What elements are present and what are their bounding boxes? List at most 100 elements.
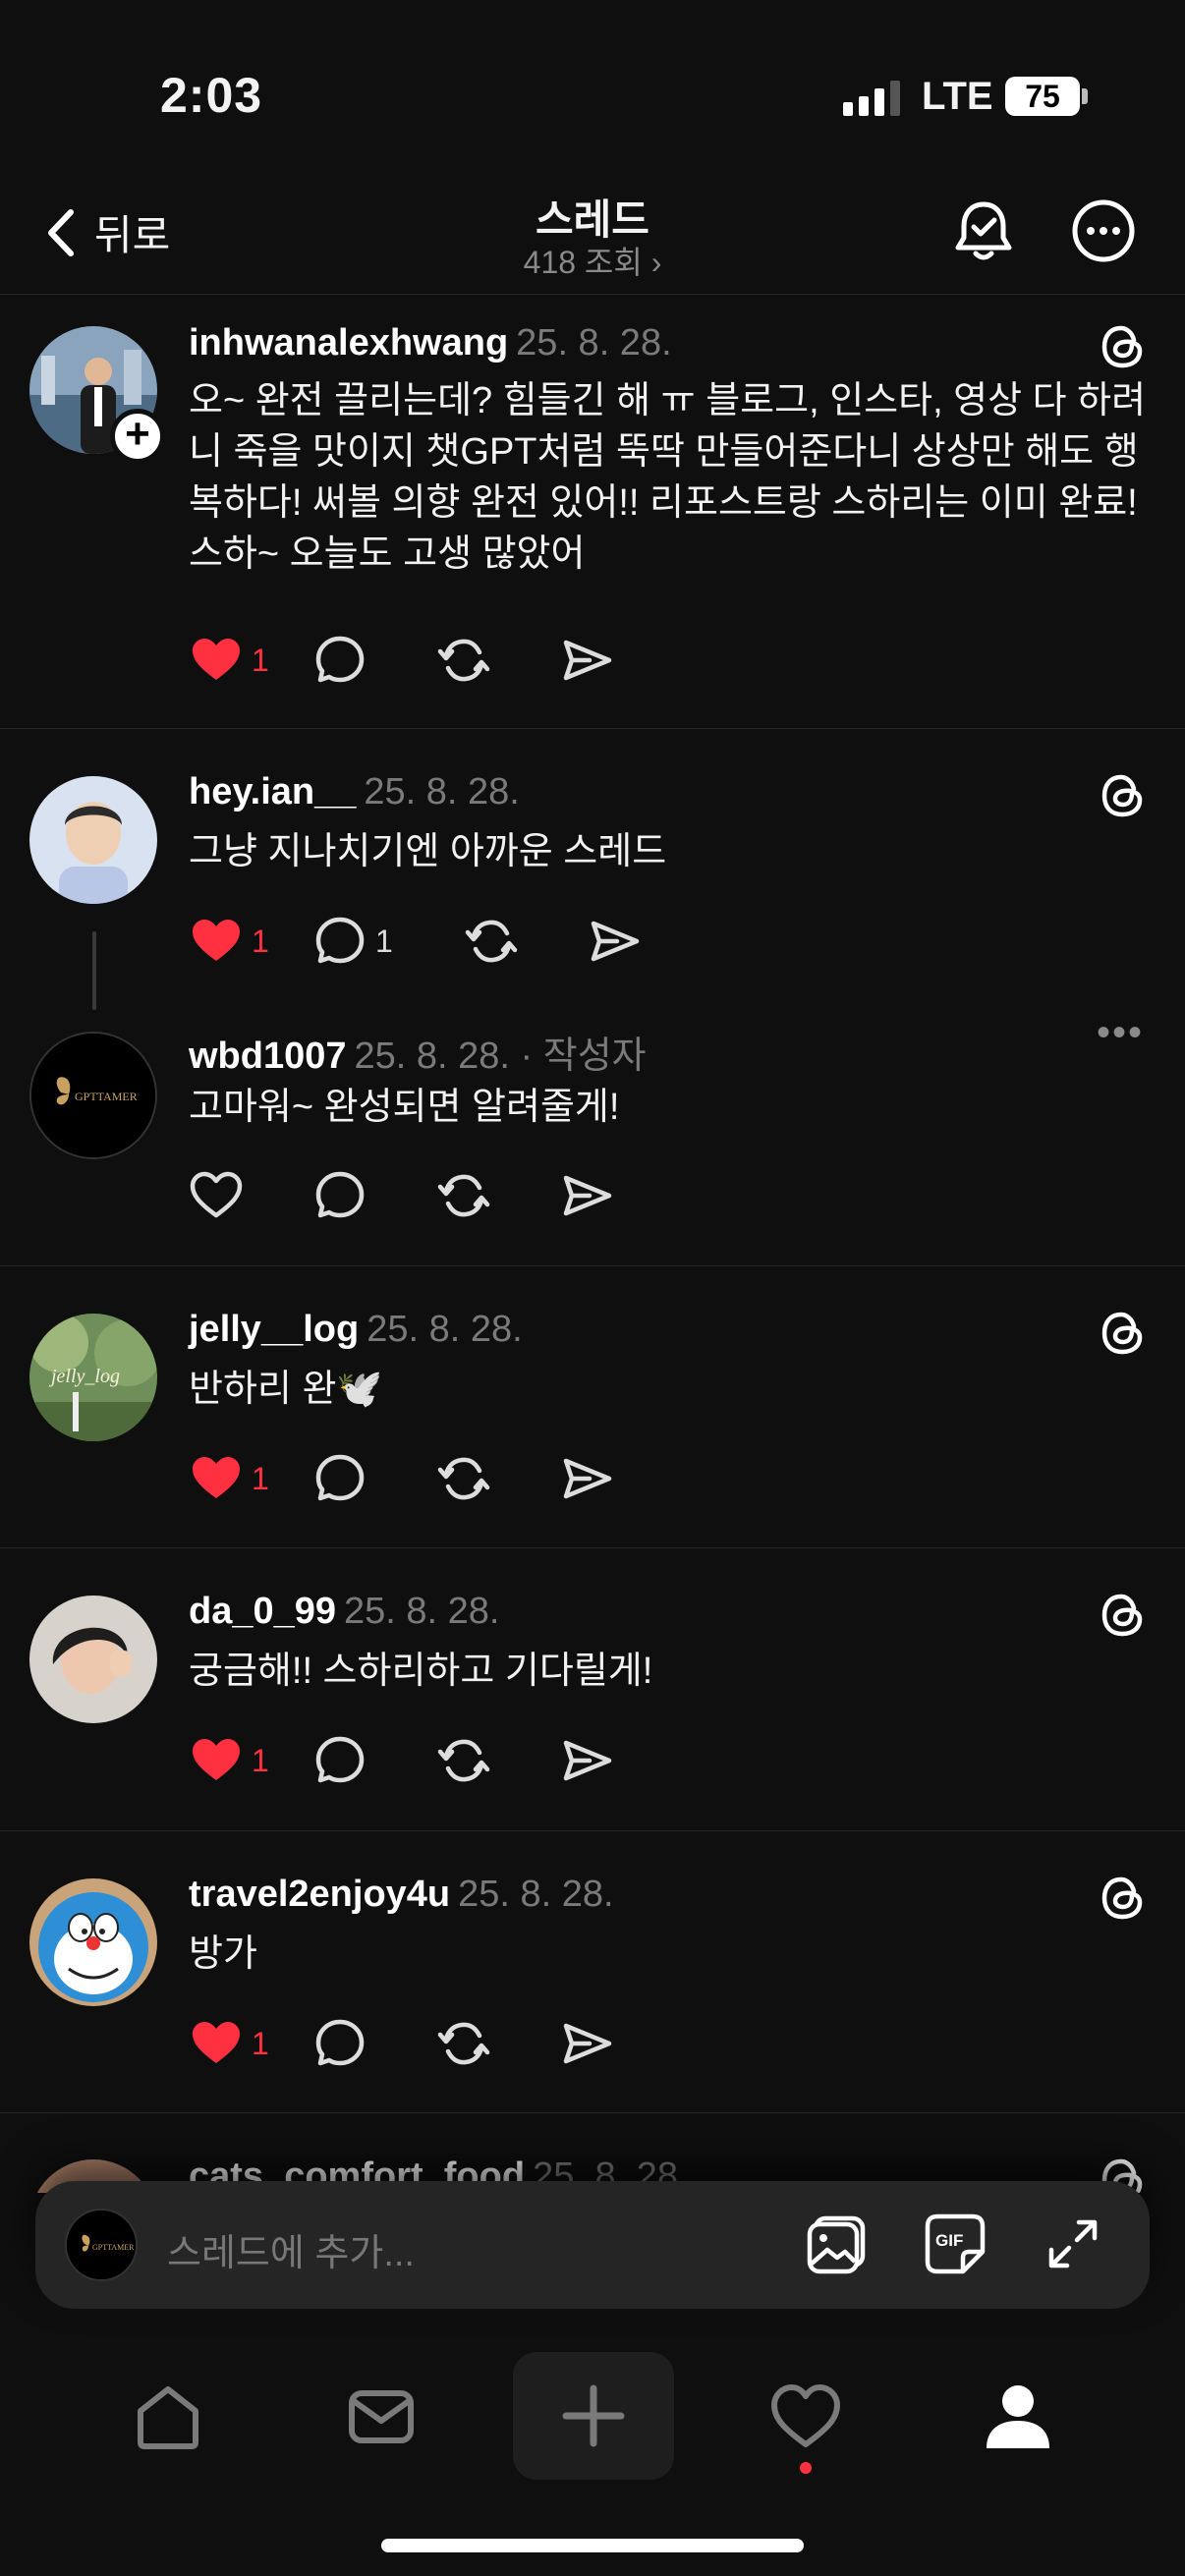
repost-button[interactable] xyxy=(436,1451,560,1506)
post-header: jelly__log 25. 8. 28. xyxy=(189,1309,523,1351)
status-time: 2:03 xyxy=(160,68,263,123)
expand-icon[interactable] xyxy=(1038,2209,1108,2279)
battery-icon: 75 xyxy=(1005,77,1080,116)
share-icon xyxy=(563,2023,612,2064)
post-header: travel2enjoy4u 25. 8. 28. xyxy=(189,1874,614,1916)
profile-icon[interactable] xyxy=(979,2378,1057,2456)
heart-icon xyxy=(193,1739,240,1780)
create-post-button[interactable] xyxy=(513,2352,674,2480)
like-button[interactable]: 1 xyxy=(189,1451,312,1506)
repost-icon xyxy=(465,920,518,963)
reply-composer[interactable]: GPTTAMER 스레드에 추가... GIF xyxy=(35,2181,1150,2309)
comment-button[interactable] xyxy=(312,1168,436,1223)
repost-button[interactable] xyxy=(436,1733,560,1788)
avatar-text: GPTTAMER xyxy=(92,2243,135,2252)
repost-button[interactable] xyxy=(436,2016,560,2071)
post-text: 그냥 지나치기엔 아까운 스레드 xyxy=(189,831,667,872)
threads-logo-icon[interactable] xyxy=(1097,1872,1150,1925)
threads-logo-icon[interactable] xyxy=(1097,1307,1150,1360)
avatar-text: GPTTAMER xyxy=(75,1090,138,1103)
follow-plus-icon[interactable]: + xyxy=(110,409,165,464)
like-button[interactable]: 1 xyxy=(189,2016,312,2071)
gif-icon[interactable]: GIF xyxy=(920,2209,990,2279)
username[interactable]: inhwanalexhwang xyxy=(189,322,508,364)
comment-button[interactable] xyxy=(312,1451,436,1506)
reply-input[interactable]: 스레드에 추가... xyxy=(167,2222,415,2276)
status-bar: 2:03 LTE 75 xyxy=(0,0,1185,187)
post-header: wbd1007 25. 8. 28. · 작성자 xyxy=(189,1025,647,1079)
like-button[interactable]: 1 xyxy=(189,633,312,688)
repost-icon xyxy=(437,1739,490,1782)
share-button[interactable] xyxy=(560,633,684,688)
network-label: LTE xyxy=(922,75,993,118)
like-count: 1 xyxy=(252,642,269,678)
username[interactable]: wbd1007 xyxy=(189,1036,347,1077)
comment-button[interactable] xyxy=(312,2016,436,2071)
avatar-text: jelly_log xyxy=(48,1366,120,1387)
action-bar xyxy=(189,1166,684,1225)
share-button[interactable] xyxy=(560,1451,684,1506)
post-text: 오~ 완전 끌리는데? 힘들긴 해 ㅠ 블로그, 인스타, 영상 다 하려니 죽… xyxy=(189,380,1147,575)
post-header: hey.ian__ 25. 8. 28. xyxy=(189,771,520,813)
comment-button[interactable]: 1 xyxy=(312,914,464,969)
header: 뒤로 스레드 418 조회 › xyxy=(0,177,1185,295)
repost-button[interactable] xyxy=(436,633,560,688)
action-bar: 1 xyxy=(189,1449,684,1508)
username[interactable]: hey.ian__ xyxy=(189,771,356,812)
threads-logo-icon[interactable] xyxy=(1097,320,1150,373)
share-button[interactable] xyxy=(588,914,711,969)
threads-logo-icon[interactable] xyxy=(1097,769,1150,822)
more-dots-icon[interactable]: ••• xyxy=(1097,1011,1144,1055)
gif-label: GIF xyxy=(935,2231,963,2250)
thread-post: jelly_log jelly__log 25. 8. 28. 반하리 완🕊️ 1 xyxy=(0,1267,1185,1548)
inbox-icon[interactable] xyxy=(342,2378,421,2456)
username[interactable]: travel2enjoy4u xyxy=(189,1874,450,1915)
thread-post: + inhwanalexhwang 25. 8. 28. 오~ 완전 끌리는데? … xyxy=(0,297,1185,729)
action-bar: 1 xyxy=(189,631,684,690)
avatar[interactable] xyxy=(29,1596,157,1723)
share-button[interactable] xyxy=(560,2016,684,2071)
post-text: 방가 xyxy=(189,1933,257,1975)
thread-post: travel2enjoy4u 25. 8. 28. 방가 1 xyxy=(0,1832,1185,2113)
comment-button[interactable] xyxy=(312,633,436,688)
repost-icon xyxy=(437,639,490,682)
bell-check-icon[interactable] xyxy=(949,196,1018,265)
repost-button[interactable] xyxy=(464,914,588,969)
post-date: 25. 8. 28. xyxy=(364,771,520,812)
repost-icon xyxy=(437,2022,490,2065)
activity-icon[interactable] xyxy=(766,2378,845,2456)
repost-icon xyxy=(437,1174,490,1217)
avatar[interactable] xyxy=(29,776,157,904)
post-text: 고마워~ 완성되면 알려줄게! xyxy=(189,1087,620,1128)
share-icon xyxy=(563,1458,612,1499)
username[interactable]: da_0_99 xyxy=(189,1591,336,1632)
threads-logo-icon[interactable] xyxy=(1097,1589,1150,1642)
home-icon[interactable] xyxy=(129,2378,207,2456)
comment-icon xyxy=(315,1454,365,1501)
reply-count: 1 xyxy=(375,923,393,959)
image-icon[interactable] xyxy=(802,2209,873,2279)
username[interactable]: jelly__log xyxy=(189,1309,359,1350)
like-button[interactable] xyxy=(189,1168,312,1223)
action-bar: 1 xyxy=(189,1731,684,1790)
heart-icon xyxy=(193,920,240,961)
repost-button[interactable] xyxy=(436,1168,560,1223)
heart-icon xyxy=(193,1457,240,1498)
like-button[interactable]: 1 xyxy=(189,1733,312,1788)
avatar[interactable]: jelly_log xyxy=(29,1314,157,1441)
share-button[interactable] xyxy=(560,1168,684,1223)
more-icon[interactable] xyxy=(1069,196,1138,265)
share-button[interactable] xyxy=(560,1733,684,1788)
post-header: da_0_99 25. 8. 28. xyxy=(189,1591,499,1633)
avatar[interactable]: GPTTAMER xyxy=(29,1032,157,1159)
like-button[interactable]: 1 xyxy=(189,914,312,969)
avatar[interactable] xyxy=(29,1878,157,2006)
action-bar: 1 xyxy=(189,2014,684,2073)
thread-post: hey.ian__ 25. 8. 28. 그냥 지나치기엔 아까운 스레드 1 1… xyxy=(0,730,1185,1266)
comment-button[interactable] xyxy=(312,1733,436,1788)
comment-icon xyxy=(315,636,365,683)
post-date: 25. 8. 28. xyxy=(367,1309,523,1350)
post-date: 25. 8. 28. xyxy=(344,1591,500,1632)
thread-line xyxy=(92,931,96,1010)
battery-cap xyxy=(1082,88,1088,104)
